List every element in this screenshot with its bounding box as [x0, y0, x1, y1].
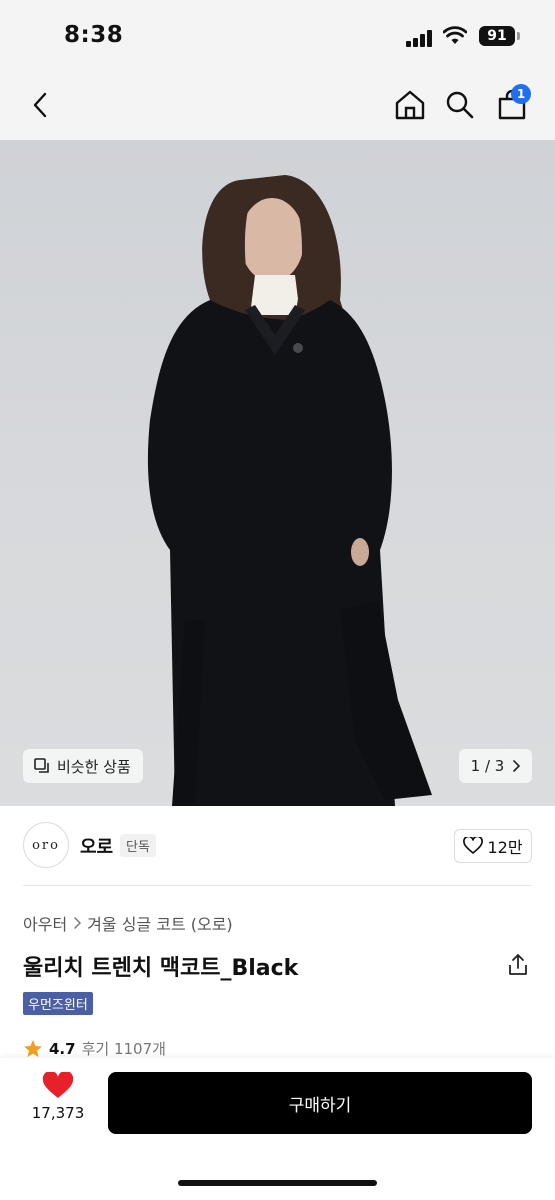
- buy-button[interactable]: 구매하기: [108, 1072, 532, 1134]
- brand-like-count: 12만: [487, 838, 523, 857]
- exclusive-tag: 단독: [120, 834, 156, 857]
- wifi-icon: [443, 26, 467, 44]
- status-bar: 8:38 91: [0, 0, 555, 70]
- image-pager-label: 1 / 3: [470, 757, 505, 775]
- back-button[interactable]: [18, 70, 62, 140]
- star-icon: [24, 1040, 42, 1057]
- battery-icon: 91: [479, 26, 515, 46]
- heart-filled-icon: [42, 1072, 74, 1098]
- product-title: 울리치 트렌치 맥코트_Black: [23, 956, 299, 981]
- divider: [23, 885, 532, 886]
- chevron-left-icon: [33, 92, 47, 118]
- chevron-right-icon: [74, 917, 82, 929]
- breadcrumb-level1[interactable]: 아우터: [23, 911, 67, 935]
- search-icon: [446, 91, 474, 119]
- cart-button[interactable]: 1: [490, 70, 534, 140]
- search-button[interactable]: [438, 70, 482, 140]
- category-badge: 우먼즈윈터: [23, 992, 93, 1015]
- similar-products-label: 비슷한 상품: [57, 757, 131, 776]
- battery-tip: [517, 32, 520, 40]
- share-button[interactable]: [504, 951, 532, 979]
- rating-row[interactable]: 4.7 후기 1107개: [23, 1038, 166, 1059]
- home-button[interactable]: [388, 70, 432, 140]
- top-nav: 1: [0, 70, 555, 140]
- product-image[interactable]: 비슷한 상품 1 / 3: [0, 140, 555, 806]
- home-icon: [395, 90, 425, 120]
- rating-score: 4.7: [49, 1039, 76, 1058]
- model-photo: [147, 175, 432, 806]
- wishlist-button[interactable]: 17,373: [20, 1072, 96, 1132]
- review-count[interactable]: 후기 1107개: [82, 1038, 166, 1059]
- share-icon: [509, 954, 527, 975]
- image-pager-button[interactable]: 1 / 3: [459, 749, 532, 783]
- heart-outline-icon: [463, 837, 484, 854]
- brand-like-button[interactable]: 12만: [454, 829, 532, 863]
- bottom-action-bar: 17,373 구매하기: [0, 1058, 555, 1200]
- status-time: 8:38: [64, 22, 124, 48]
- similar-products-button[interactable]: 비슷한 상품: [23, 749, 143, 783]
- chevron-right-icon: [513, 760, 521, 772]
- brand-row: oro 오로 단독 12만: [0, 806, 555, 886]
- breadcrumb: 아우터 겨울 싱글 코트 (오로): [23, 911, 233, 935]
- wishlist-count: 17,373: [31, 1104, 85, 1122]
- home-indicator: [178, 1180, 377, 1186]
- brand-name[interactable]: 오로: [80, 833, 113, 859]
- copy-icon: [34, 758, 49, 773]
- brand-logo[interactable]: oro: [23, 822, 69, 868]
- signal-icon: [406, 30, 434, 47]
- breadcrumb-level2[interactable]: 겨울 싱글 코트 (오로): [87, 911, 233, 935]
- cart-badge: 1: [511, 84, 531, 104]
